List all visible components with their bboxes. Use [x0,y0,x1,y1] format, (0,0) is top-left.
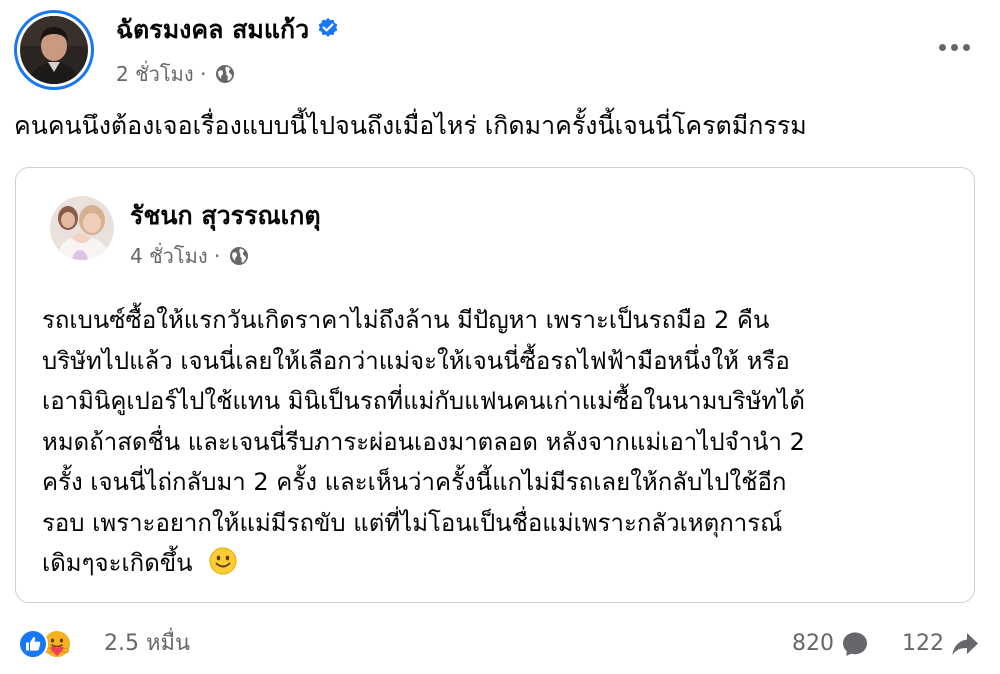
more-dot-icon [962,43,970,51]
reaction-count[interactable]: 2.5 หมื่น [104,628,190,660]
reaction-icons[interactable] [18,629,96,659]
shared-post-timestamp[interactable]: 4 ชั่วโมง [130,244,208,268]
shared-body-line: ครั้ง เจนนี่ไถ่กลับมา 2 ครั้ง และเห็นว่า… [42,468,787,496]
shared-post-meta: 4 ชั่วโมง · [130,242,249,270]
globe-icon [215,65,234,83]
like-reaction-icon [18,629,48,659]
shared-body-line: เดิมๆจะเกิดขึ้น [42,549,193,577]
share-icon [952,633,978,655]
post-text: คนคนนึงต้องเจอเรื่องแบบนี้ไปจนถึงเมื่อไห… [14,111,807,140]
author-avatar[interactable] [14,10,94,90]
author-name[interactable]: ฉัตรมงคล สมแก้ว [116,14,339,46]
shared-post-body: รถเบนซ์ซื้อให้แรกวันเกิดราคาไม่ถึงล้าน ม… [42,300,962,584]
shared-body-line: รถเบนซ์ซื้อให้แรกวันเกิดราคาไม่ถึงล้าน ม… [42,306,770,334]
shared-author-avatar[interactable] [50,196,114,260]
reactions-bar: 2.5 หมื่น 820 122 [18,626,980,662]
comment-icon [843,632,867,656]
shared-post-card[interactable]: รัชนก สุวรรณเกตุ 4 ชั่วโมง · รถเบนซ์ซื้อ… [15,167,975,603]
post-header: ฉัตรมงคล สมแก้ว 2 ชั่วโมง · [14,10,986,90]
shared-author-name[interactable]: รัชนก สุวรรณเกตุ [130,200,321,232]
more-dot-icon [938,43,946,51]
meta-separator: · [213,244,221,268]
share-count: 122 [902,631,944,656]
verified-badge-icon [318,18,338,37]
more-options-button[interactable] [934,32,974,62]
shared-body-line: หมดถ้าสดชื่น และเจนนี่รีบภาระผ่อนเองมาตล… [42,427,805,456]
meta-separator: · [199,62,207,86]
shared-body-line: บริษัทไปแล้ว เจนนี่เลยให้เลือกว่าแม่จะให… [42,346,790,375]
author-avatar-image [20,16,88,84]
comment-count: 820 [792,631,834,656]
shared-body-line: รอบ เพราะอยากให้แม่มีรถขับ แต่ที่ไม่โอนเ… [42,508,783,537]
author-name-text[interactable]: ฉัตรมงคล สมแก้ว [116,15,309,44]
post-meta: 2 ชั่วโมง · [116,60,235,88]
share-count-button[interactable]: 122 [902,628,980,660]
shared-avatar-image [50,196,114,260]
globe-icon [229,247,248,265]
post-timestamp[interactable]: 2 ชั่วโมง [116,62,194,86]
more-dot-icon [950,43,958,51]
shared-body-last-line: เดิมๆจะเกิดขึ้น [42,543,962,584]
comment-count-button[interactable]: 820 [792,628,870,660]
smiling-face-emoji [209,547,237,575]
shared-body-line: เอามินิคูเปอร์ไปใช้แทน มินิเป็นรถที่แม่ก… [42,387,805,415]
